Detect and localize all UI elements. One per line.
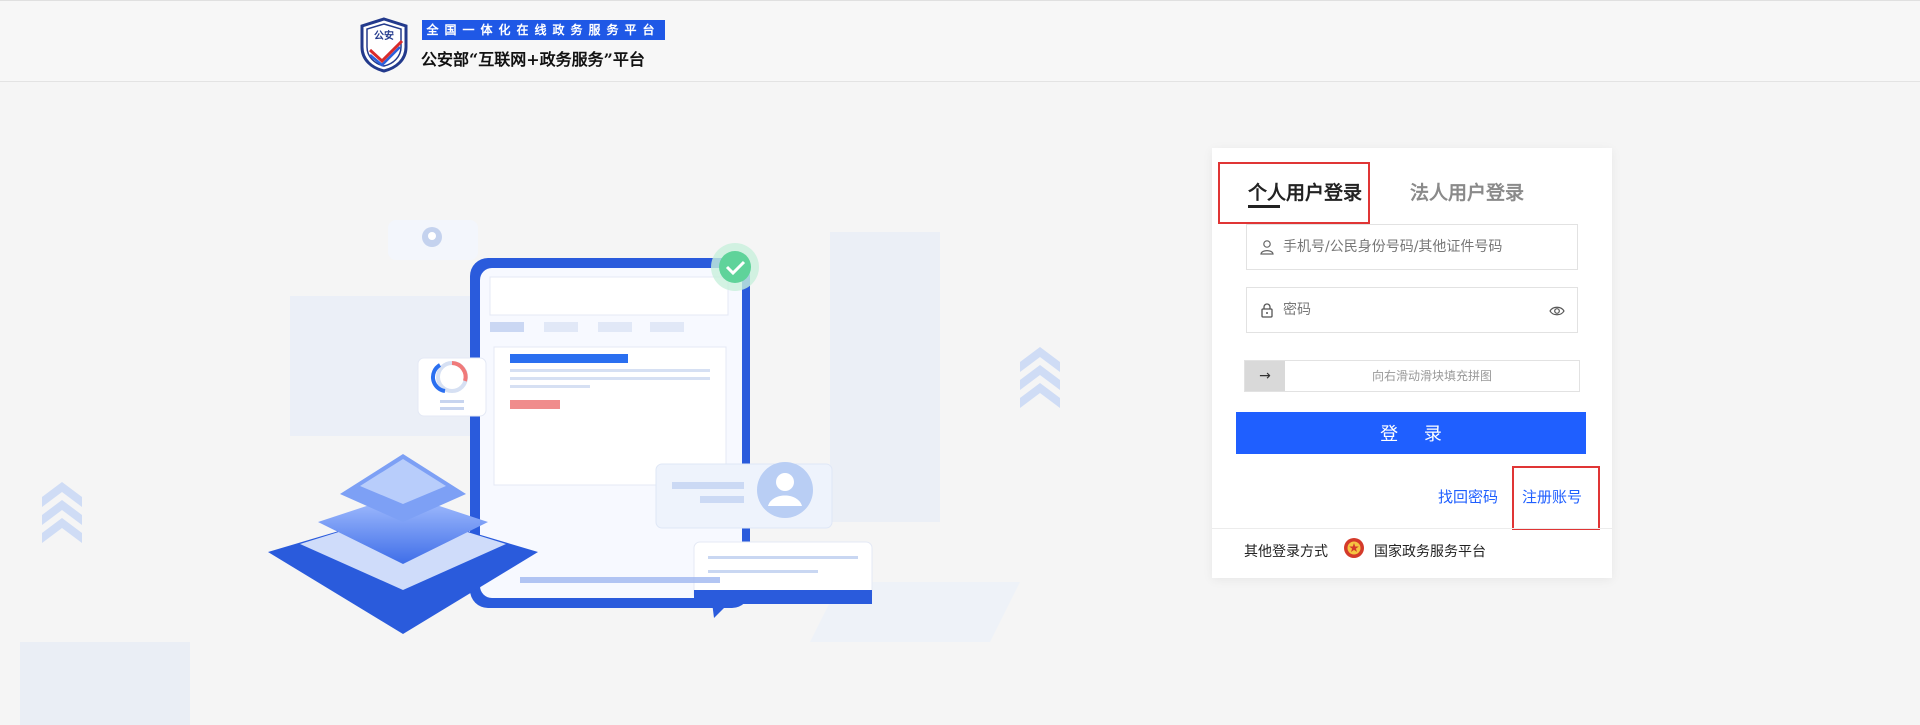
tab-legal-person-login[interactable]: 法人用户登录: [1410, 178, 1524, 205]
bg-block: [20, 642, 190, 725]
chevron-up-icon: [42, 482, 82, 543]
username-input[interactable]: [1283, 225, 1543, 269]
chevron-up-icon: [1020, 347, 1060, 408]
password-field: [1246, 287, 1578, 333]
register-account-link[interactable]: 注册账号: [1522, 486, 1582, 507]
login-card: 个人用户登录 法人用户登录 → 向右滑动滑块填充拼图 登 录 找回密码 注册账号…: [1212, 148, 1612, 578]
password-input[interactable]: [1283, 288, 1543, 332]
divider: [1212, 528, 1612, 529]
login-button[interactable]: 登 录: [1236, 412, 1586, 454]
national-emblem-icon[interactable]: [1343, 537, 1365, 559]
username-field: [1246, 224, 1578, 270]
show-password-eye-icon[interactable]: [1549, 304, 1565, 318]
police-shield-logo: 公安: [360, 17, 408, 73]
forgot-password-link[interactable]: 找回密码: [1438, 486, 1498, 507]
other-login-methods-label: 其他登录方式: [1244, 544, 1328, 560]
site-title: 公安部“互联网+政务服务”平台: [421, 50, 645, 69]
platform-tagline: 全国一体化在线政务服务平台: [422, 20, 665, 40]
user-icon: [1260, 240, 1274, 255]
shield-text: 公安: [374, 29, 394, 42]
check-circle-icon: [719, 251, 751, 283]
captcha-slider: → 向右滑动滑块填充拼图: [1244, 360, 1580, 392]
national-gov-platform-link[interactable]: 国家政务服务平台: [1374, 541, 1486, 561]
slider-handle[interactable]: →: [1245, 361, 1285, 391]
active-tab-indicator: [1248, 205, 1280, 208]
tab-personal-login[interactable]: 个人用户登录: [1248, 178, 1362, 205]
bg-pillar: [830, 232, 940, 522]
site-header: 公安 全国一体化在线政务服务平台 公安部“互联网+政务服务”平台: [0, 0, 1920, 82]
slider-hint-text: 向右滑动滑块填充拼图: [1371, 369, 1492, 383]
lock-icon: [1261, 303, 1273, 318]
hero-illustration: [20, 220, 1060, 725]
